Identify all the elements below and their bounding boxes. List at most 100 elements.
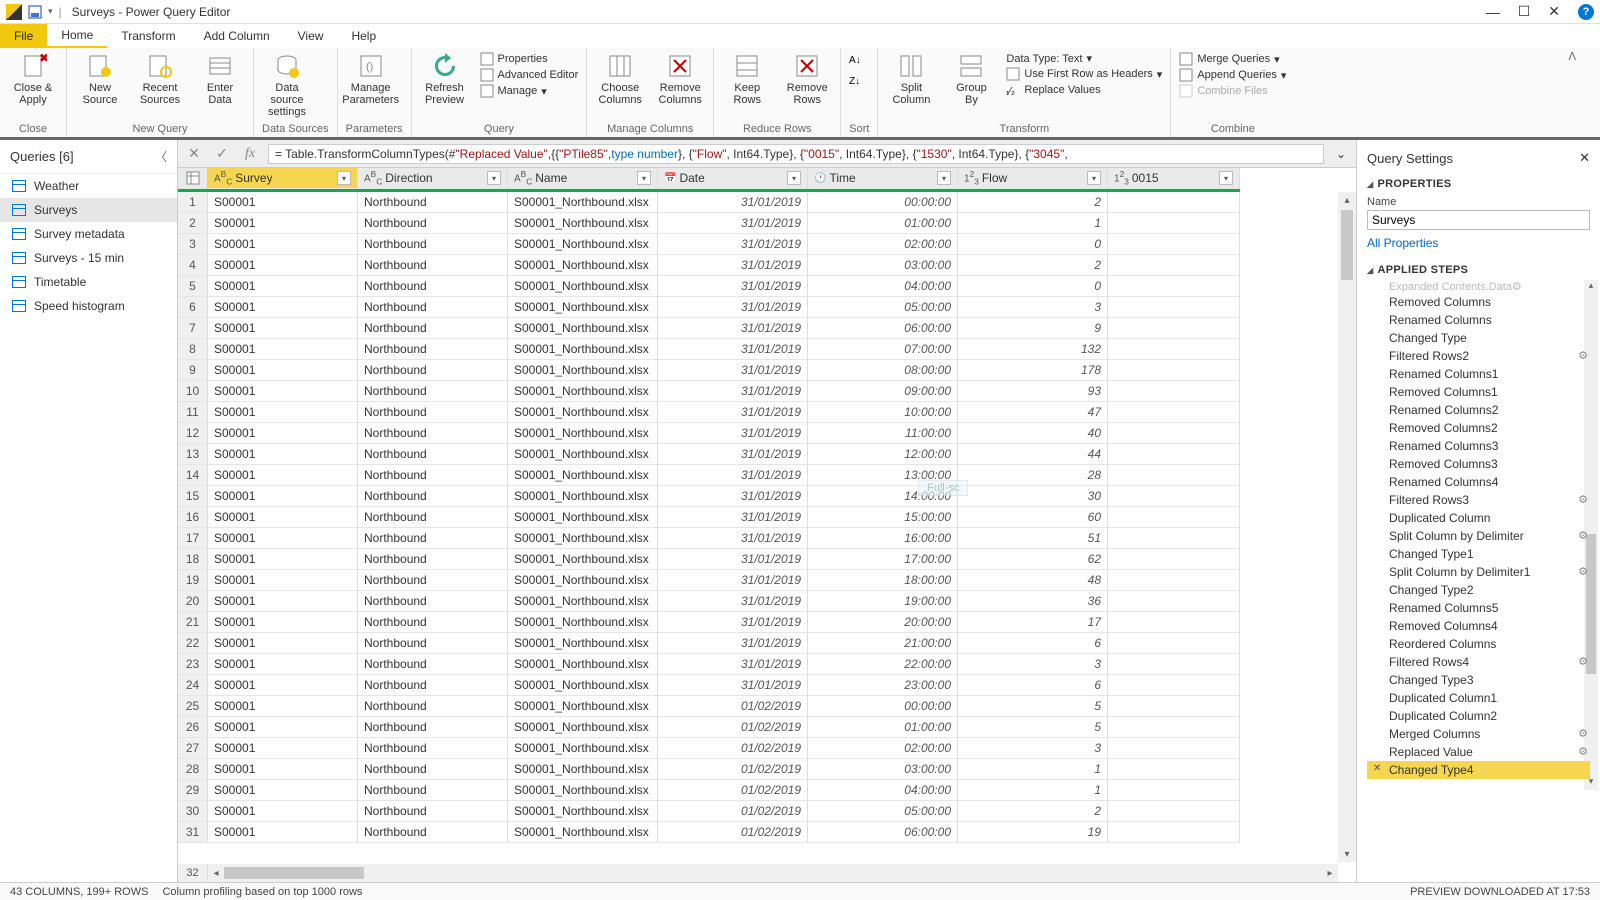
cell[interactable]: 14:00:00 bbox=[808, 486, 958, 507]
cell[interactable]: 17:00:00 bbox=[808, 549, 958, 570]
cell[interactable]: S00001 bbox=[208, 780, 358, 801]
cell[interactable]: 31/01/2019 bbox=[658, 276, 808, 297]
cell[interactable]: Northbound bbox=[358, 822, 508, 843]
cell[interactable]: 31/01/2019 bbox=[658, 297, 808, 318]
cell[interactable]: 31/01/2019 bbox=[658, 528, 808, 549]
cell[interactable]: 3 bbox=[958, 654, 1108, 675]
cell[interactable]: Northbound bbox=[358, 423, 508, 444]
cell[interactable]: S00001_Northbound.xlsx bbox=[508, 759, 658, 780]
applied-step[interactable]: Removed Columns4 bbox=[1367, 617, 1590, 635]
row-number[interactable]: 19 bbox=[178, 570, 208, 591]
cell[interactable]: 31/01/2019 bbox=[658, 360, 808, 381]
cell[interactable]: S00001 bbox=[208, 570, 358, 591]
cell[interactable]: 05:00:00 bbox=[808, 801, 958, 822]
cell[interactable]: 01/02/2019 bbox=[658, 801, 808, 822]
cell[interactable]: 31/01/2019 bbox=[658, 549, 808, 570]
cell[interactable]: 2 bbox=[958, 255, 1108, 276]
row-number[interactable]: 12 bbox=[178, 423, 208, 444]
cell[interactable] bbox=[1108, 822, 1240, 843]
cell[interactable]: 6 bbox=[958, 633, 1108, 654]
type-icon[interactable]: 🕐 bbox=[814, 170, 826, 187]
applied-step[interactable]: Split Column by Delimiter⚙ bbox=[1367, 527, 1590, 545]
row-number[interactable]: 22 bbox=[178, 633, 208, 654]
cell[interactable]: S00001 bbox=[208, 318, 358, 339]
cell[interactable]: S00001 bbox=[208, 675, 358, 696]
cell[interactable]: 31/01/2019 bbox=[658, 402, 808, 423]
help-button[interactable]: ? bbox=[1578, 4, 1594, 20]
cell[interactable]: S00001_Northbound.xlsx bbox=[508, 360, 658, 381]
cell[interactable]: 05:00:00 bbox=[808, 297, 958, 318]
settings-close-icon[interactable]: ✕ bbox=[1579, 150, 1590, 166]
cell[interactable]: 31/01/2019 bbox=[658, 612, 808, 633]
cell[interactable]: 1 bbox=[958, 780, 1108, 801]
cell[interactable]: 0 bbox=[958, 234, 1108, 255]
step-gear-icon[interactable]: ⚙ bbox=[1578, 529, 1588, 542]
cell[interactable] bbox=[1108, 780, 1240, 801]
cell[interactable]: 178 bbox=[958, 360, 1108, 381]
query-item[interactable]: Surveys - 15 min bbox=[0, 246, 177, 270]
column-header[interactable]: 🕐Time▾ bbox=[808, 168, 958, 189]
cell[interactable]: S00001 bbox=[208, 402, 358, 423]
cell[interactable] bbox=[1108, 297, 1240, 318]
cell[interactable]: S00001 bbox=[208, 255, 358, 276]
cell[interactable]: Northbound bbox=[358, 570, 508, 591]
row-number[interactable]: 31 bbox=[178, 822, 208, 843]
cell[interactable]: 30 bbox=[958, 486, 1108, 507]
cell[interactable]: S00001_Northbound.xlsx bbox=[508, 633, 658, 654]
cell[interactable]: Northbound bbox=[358, 780, 508, 801]
row-number[interactable]: 8 bbox=[178, 339, 208, 360]
cell[interactable]: 51 bbox=[958, 528, 1108, 549]
formula-input[interactable]: = Table.TransformColumnTypes(#"Replaced … bbox=[268, 144, 1324, 164]
row-number[interactable]: 11 bbox=[178, 402, 208, 423]
qat-dropdown-icon[interactable]: ▾ bbox=[48, 6, 53, 17]
step-gear-icon[interactable]: ⚙ bbox=[1512, 281, 1522, 293]
cell[interactable] bbox=[1108, 675, 1240, 696]
cell[interactable]: 1 bbox=[958, 759, 1108, 780]
cell[interactable]: 62 bbox=[958, 549, 1108, 570]
tab-home[interactable]: Home bbox=[47, 24, 107, 48]
cell[interactable]: 01/02/2019 bbox=[658, 717, 808, 738]
cell[interactable]: Northbound bbox=[358, 633, 508, 654]
applied-step[interactable]: Filtered Rows3⚙ bbox=[1367, 491, 1590, 509]
cell[interactable]: Northbound bbox=[358, 528, 508, 549]
cell[interactable]: 31/01/2019 bbox=[658, 318, 808, 339]
applied-step[interactable]: Removed Columns1 bbox=[1367, 383, 1590, 401]
maximize-button[interactable]: ☐ bbox=[1518, 3, 1531, 20]
cell[interactable] bbox=[1108, 570, 1240, 591]
combine-files-button[interactable]: Combine Files bbox=[1179, 84, 1286, 98]
use-first-row-headers-button[interactable]: Use First Row as Headers ▾ bbox=[1006, 67, 1162, 81]
advanced-editor-button[interactable]: Advanced Editor bbox=[480, 68, 579, 82]
cell[interactable]: Northbound bbox=[358, 381, 508, 402]
row-number[interactable]: 1 bbox=[178, 192, 208, 213]
scroll-right-icon[interactable]: ▸ bbox=[1322, 868, 1338, 879]
manage-parameters-button[interactable]: ()Manage Parameters bbox=[346, 52, 396, 106]
cell[interactable]: S00001_Northbound.xlsx bbox=[508, 570, 658, 591]
column-header[interactable]: ABCName▾ bbox=[508, 168, 658, 189]
formula-expand-icon[interactable]: ⌄ bbox=[1332, 147, 1350, 161]
cell[interactable]: S00001 bbox=[208, 444, 358, 465]
cell[interactable]: S00001_Northbound.xlsx bbox=[508, 801, 658, 822]
cell[interactable]: Northbound bbox=[358, 213, 508, 234]
manage-button[interactable]: Manage ▾ bbox=[480, 84, 579, 98]
cell[interactable]: 06:00:00 bbox=[808, 318, 958, 339]
cell[interactable]: S00001 bbox=[208, 801, 358, 822]
row-number[interactable]: 27 bbox=[178, 738, 208, 759]
cell[interactable]: 11:00:00 bbox=[808, 423, 958, 444]
cell[interactable]: 16:00:00 bbox=[808, 528, 958, 549]
cell[interactable]: S00001 bbox=[208, 717, 358, 738]
cell[interactable]: Northbound bbox=[358, 402, 508, 423]
cell[interactable]: 01/02/2019 bbox=[658, 822, 808, 843]
cell[interactable]: 31/01/2019 bbox=[658, 255, 808, 276]
applied-step[interactable]: Removed Columns bbox=[1367, 293, 1590, 311]
cell[interactable]: S00001 bbox=[208, 423, 358, 444]
applied-step[interactable]: Changed Type2 bbox=[1367, 581, 1590, 599]
tab-file[interactable]: File bbox=[0, 24, 47, 48]
cell[interactable]: 23:00:00 bbox=[808, 675, 958, 696]
column-filter-icon[interactable]: ▾ bbox=[487, 171, 501, 185]
query-item[interactable]: Speed histogram bbox=[0, 294, 177, 318]
cell[interactable]: 13:00:00 bbox=[808, 465, 958, 486]
cell[interactable] bbox=[1108, 612, 1240, 633]
applied-step[interactable]: Duplicated Column bbox=[1367, 509, 1590, 527]
cell[interactable]: S00001 bbox=[208, 549, 358, 570]
column-filter-icon[interactable]: ▾ bbox=[937, 171, 951, 185]
